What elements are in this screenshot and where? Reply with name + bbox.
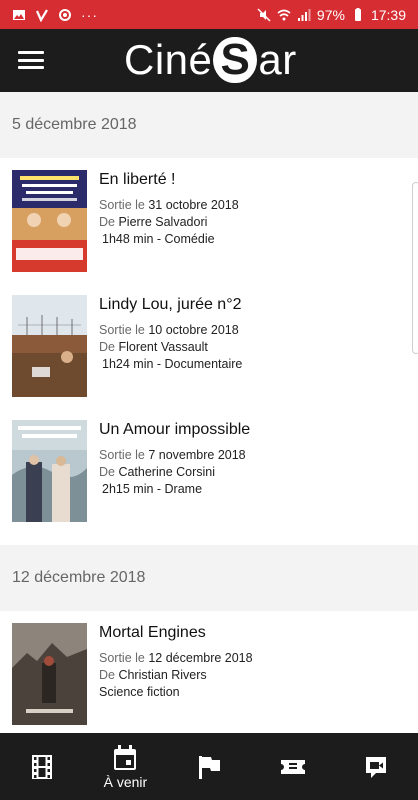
release-date: 10 octobre 2018 bbox=[148, 323, 239, 337]
director-line: De Pierre Salvadori bbox=[99, 215, 208, 229]
director-line: De Catherine Corsini bbox=[99, 465, 216, 479]
more-notifications-dots: ··· bbox=[81, 6, 98, 23]
movie-poster bbox=[12, 295, 87, 397]
release-line: Sortie le 31 octobre 2018 bbox=[99, 198, 239, 212]
release-date: 31 octobre 2018 bbox=[148, 198, 239, 212]
date-header: 5 décembre 2018 bbox=[0, 92, 418, 158]
release-date: 12 décembre 2018 bbox=[148, 651, 253, 665]
nav-item-video[interactable] bbox=[334, 733, 418, 800]
movie-item[interactable]: Mortal Engines Sortie le 12 décembre 201… bbox=[0, 623, 418, 733]
duration-genre: 2h15 min - Drame bbox=[102, 482, 203, 496]
image-notification-icon bbox=[12, 8, 26, 22]
movie-title: Un Amour impossible bbox=[99, 421, 251, 438]
release-date: 7 novembre 2018 bbox=[148, 448, 246, 462]
wifi-icon bbox=[277, 8, 291, 22]
movie-title: Lindy Lou, jurée n°2 bbox=[99, 296, 242, 313]
app-logo: Ciné S ar bbox=[124, 35, 297, 85]
status-right-icons: 97% 17:39 bbox=[257, 7, 406, 23]
nav-item-films[interactable] bbox=[0, 733, 84, 800]
nav-item-upcoming[interactable]: À venir bbox=[84, 733, 168, 800]
logo-text-left: Ciné bbox=[124, 36, 213, 83]
logo-text-right: ar bbox=[258, 36, 297, 83]
release-line: Sortie le 12 décembre 2018 bbox=[99, 651, 253, 665]
genre: Science fiction bbox=[99, 685, 180, 699]
mute-icon bbox=[257, 7, 271, 22]
movie-info: Un Amour impossible Sortie le 7 novembre… bbox=[99, 420, 250, 545]
hamburger-menu-icon[interactable] bbox=[18, 49, 44, 71]
director-name: Catherine Corsini bbox=[118, 465, 216, 479]
battery-percent: 97% bbox=[316, 6, 345, 23]
date-header: 12 décembre 2018 bbox=[0, 545, 418, 611]
director-name: Pierre Salvadori bbox=[118, 215, 208, 229]
movie-poster bbox=[12, 623, 87, 725]
release-line: Sortie le 7 novembre 2018 bbox=[99, 448, 246, 462]
signal-icon bbox=[297, 8, 311, 22]
movie-info: En liberté ! Sortie le 31 octobre 2018 D… bbox=[99, 170, 239, 295]
director-name: Christian Rivers bbox=[118, 668, 207, 682]
film-icon bbox=[31, 754, 52, 779]
director-line: De Florent Vassault bbox=[99, 340, 208, 354]
app-bar: Ciné S ar bbox=[0, 29, 418, 92]
flag-icon bbox=[198, 755, 220, 779]
movie-poster bbox=[12, 170, 87, 272]
nav-item-flag[interactable] bbox=[167, 733, 251, 800]
nav-label-upcoming: À venir bbox=[103, 773, 148, 790]
battery-icon bbox=[351, 7, 365, 22]
director-line: De Christian Rivers bbox=[99, 668, 207, 682]
movie-item[interactable]: En liberté ! Sortie le 31 octobre 2018 D… bbox=[0, 170, 418, 295]
calendar-icon bbox=[114, 744, 137, 770]
movie-item[interactable]: Un Amour impossible Sortie le 7 novembre… bbox=[0, 420, 418, 545]
movie-poster bbox=[12, 420, 87, 522]
check-notification-icon bbox=[35, 8, 49, 22]
duration-genre: 1h24 min - Documentaire bbox=[102, 357, 243, 371]
ticket-icon bbox=[280, 759, 305, 774]
release-line: Sortie le 10 octobre 2018 bbox=[99, 323, 239, 337]
movie-section: En liberté ! Sortie le 31 octobre 2018 D… bbox=[0, 158, 418, 545]
video-camera-icon bbox=[366, 756, 387, 778]
sync-notification-icon bbox=[58, 8, 72, 22]
movie-info: Lindy Lou, jurée n°2 Sortie le 10 octobr… bbox=[99, 295, 242, 420]
director-name: Florent Vassault bbox=[118, 340, 208, 354]
upcoming-movies-list[interactable]: 5 décembre 2018 En liberté ! Sortie le 3… bbox=[0, 92, 418, 733]
logo-s-badge: S bbox=[213, 35, 258, 84]
nav-item-tickets[interactable] bbox=[251, 733, 335, 800]
duration-genre: 1h48 min - Comédie bbox=[102, 232, 215, 246]
status-bar: ··· 97% 17:39 bbox=[0, 0, 418, 29]
movie-section: Mortal Engines Sortie le 12 décembre 201… bbox=[0, 611, 418, 733]
clock: 17:39 bbox=[370, 6, 406, 23]
status-left-icons: ··· bbox=[12, 7, 98, 23]
movie-item[interactable]: Lindy Lou, jurée n°2 Sortie le 10 octobr… bbox=[0, 295, 418, 420]
movie-title: Mortal Engines bbox=[99, 624, 206, 641]
movie-info: Mortal Engines Sortie le 12 décembre 201… bbox=[99, 623, 253, 733]
scrollbar[interactable] bbox=[412, 182, 418, 354]
movie-title: En liberté ! bbox=[99, 171, 176, 188]
bottom-navigation: À venir bbox=[0, 733, 418, 800]
